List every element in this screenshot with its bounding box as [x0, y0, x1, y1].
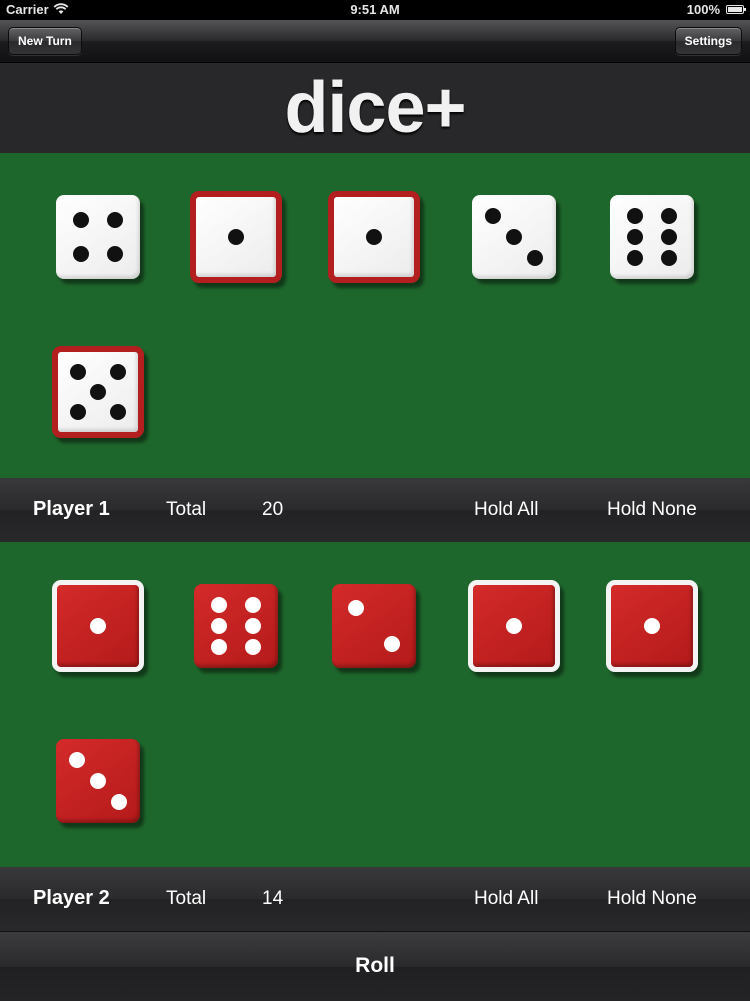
- status-bar: Carrier 9:51 AM 100%: [0, 0, 750, 20]
- die-pip: [90, 618, 106, 634]
- die-pip: [106, 245, 123, 262]
- die-pip: [644, 618, 660, 634]
- die-one-held[interactable]: [468, 580, 560, 672]
- player-name: Player 2: [33, 887, 110, 909]
- app-logo: dice+: [284, 68, 466, 148]
- die-pip: [211, 639, 228, 655]
- die-five-held[interactable]: [52, 346, 144, 438]
- die-pip: [627, 250, 644, 266]
- die-pip: [110, 364, 126, 380]
- hold-none-button[interactable]: Hold None: [607, 888, 697, 910]
- hold-none-button[interactable]: Hold None: [607, 499, 697, 521]
- player-2-bar: Player 2 Total 14 Hold All Hold None: [0, 867, 750, 931]
- die-six[interactable]: [610, 195, 694, 279]
- navigation-bar: New Turn Settings: [0, 20, 750, 63]
- die-pip: [228, 229, 244, 245]
- die-pip: [90, 384, 106, 400]
- die-pip: [244, 618, 261, 634]
- die-pip: [485, 208, 501, 224]
- die-pip: [244, 597, 261, 613]
- die-three[interactable]: [56, 739, 140, 823]
- die-pip: [347, 599, 364, 616]
- total-value: 14: [262, 888, 284, 909]
- die-pip: [506, 229, 522, 245]
- die-pip: [70, 404, 86, 420]
- die-pip: [244, 639, 261, 655]
- hold-all-button[interactable]: Hold All: [474, 888, 538, 910]
- player-1-bar: Player 1 Total 20 Hold All Hold None: [0, 478, 750, 542]
- die-three[interactable]: [472, 195, 556, 279]
- player-1-dice-table: [0, 153, 750, 478]
- player-name: Player 1: [33, 498, 110, 520]
- die-pip: [90, 773, 106, 789]
- die-pip: [506, 618, 522, 634]
- new-turn-button[interactable]: New Turn: [8, 27, 82, 55]
- roll-bar: Roll: [0, 931, 750, 1001]
- die-pip: [73, 245, 90, 262]
- die-pip: [527, 250, 543, 266]
- die-pip: [106, 212, 123, 229]
- die-pip: [366, 229, 382, 245]
- die-one-held[interactable]: [606, 580, 698, 672]
- die-pip: [627, 229, 644, 245]
- die-pip: [111, 794, 127, 810]
- die-pip: [660, 208, 677, 224]
- die-pip: [660, 229, 677, 245]
- die-one-held[interactable]: [190, 191, 282, 283]
- battery-percentage: 100%: [686, 2, 720, 17]
- die-pip: [384, 636, 401, 653]
- die-pip: [211, 618, 228, 634]
- hold-all-button[interactable]: Hold All: [474, 499, 538, 521]
- die-one-held[interactable]: [328, 191, 420, 283]
- settings-button[interactable]: Settings: [674, 27, 742, 55]
- clock: 9:51 AM: [350, 2, 400, 17]
- die-six[interactable]: [194, 584, 278, 668]
- die-pip: [627, 208, 644, 224]
- die-pip: [211, 597, 228, 613]
- die-one-held[interactable]: [52, 580, 144, 672]
- roll-button[interactable]: Roll: [0, 954, 750, 978]
- die-pip: [69, 752, 85, 768]
- die-two[interactable]: [332, 584, 416, 668]
- die-pip: [110, 404, 126, 420]
- logo-banner: dice+: [0, 63, 750, 153]
- die-pip: [660, 250, 677, 266]
- die-pip: [73, 212, 90, 229]
- total-value: 20: [262, 499, 284, 520]
- die-pip: [70, 364, 86, 380]
- die-four[interactable]: [56, 195, 140, 279]
- total-label: Total: [166, 888, 207, 909]
- player-2-dice-table: [0, 542, 750, 867]
- battery-icon: [726, 5, 746, 14]
- total-label: Total: [166, 499, 207, 520]
